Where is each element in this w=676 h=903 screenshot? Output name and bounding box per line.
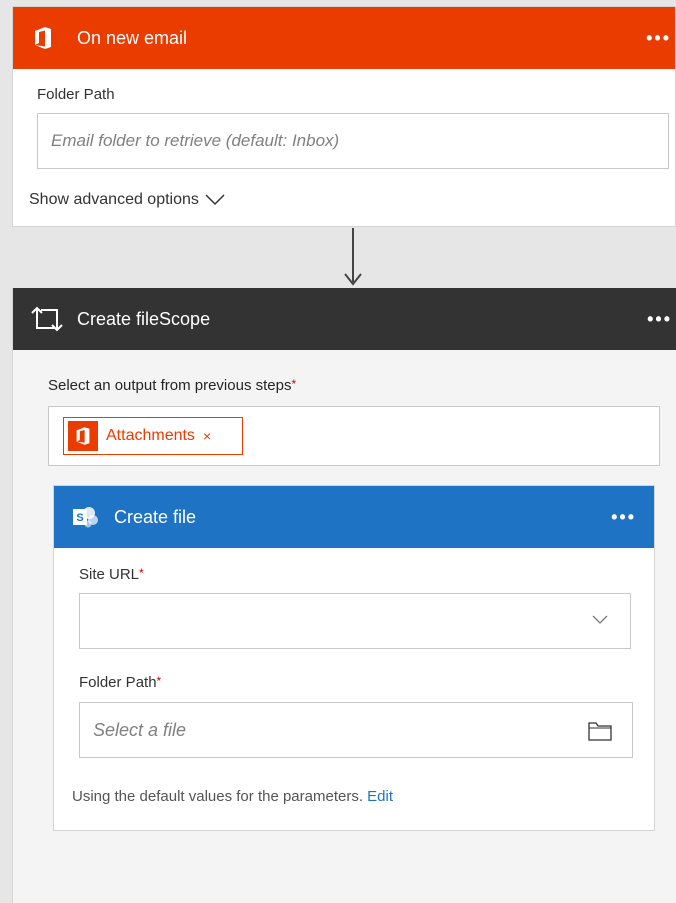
create-file-folder-path-label: Folder Path* [79,674,161,691]
show-advanced-options-label: Show advanced options [29,191,199,208]
create-file-more-menu-button[interactable]: ••• [611,508,636,526]
scope-card-create-filescope: Create fileScope ••• Select an output fr… [12,288,676,903]
chevron-down-icon [592,615,608,624]
create-file-header[interactable]: S Create file ••• [54,486,654,548]
create-file-title: Create file [114,506,197,527]
parameters-defaults-text: Using the default values for the paramet… [72,788,363,805]
trigger-header[interactable]: On new email ••• [13,7,675,69]
chevron-down-icon [205,194,225,206]
site-url-dropdown[interactable] [79,593,631,649]
required-marker: * [139,566,144,580]
trigger-title: On new email [77,27,188,48]
trigger-card-on-new-email: On new email ••• Folder Path Email folde… [12,6,676,227]
site-url-label: Site URL* [79,566,144,583]
output-selector-label: Select an output from previous steps* [48,377,296,394]
svg-text:S: S [76,512,83,524]
scope-more-menu-button[interactable]: ••• [647,310,672,328]
trigger-more-menu-button[interactable]: ••• [646,29,671,47]
attachments-token-label: Attachments [106,427,195,444]
action-card-create-file: S Create file ••• Site URL* Folder Path*… [53,485,655,831]
required-marker: * [156,674,162,688]
edit-parameters-link[interactable]: Edit [367,788,393,805]
folder-path-input[interactable]: Email folder to retrieve (default: Inbox… [37,113,669,169]
output-selector-input[interactable]: Attachments × [48,406,660,466]
site-url-label-text: Site URL [79,566,140,583]
scope-title: Create fileScope [77,308,211,329]
attachments-token[interactable]: Attachments × [63,417,243,455]
office365-token-icon [68,421,98,451]
remove-token-button[interactable]: × [203,428,211,444]
scope-header[interactable]: Create fileScope ••• [13,288,676,350]
output-selector-label-text: Select an output from previous steps [48,377,292,394]
folder-browse-icon[interactable] [588,721,612,741]
create-file-folder-path-label-text: Folder Path [79,674,157,691]
required-marker: * [291,377,297,391]
show-advanced-options-toggle[interactable]: Show advanced options [29,191,225,209]
parameters-defaults-note: Using the default values for the paramet… [72,788,393,805]
create-file-folder-path-input[interactable]: Select a file [79,702,633,758]
create-file-folder-path-placeholder: Select a file [93,719,187,740]
sharepoint-icon: S [73,507,98,528]
apply-to-each-icon [31,306,63,332]
folder-path-placeholder: Email folder to retrieve (default: Inbox… [51,131,340,150]
office365-icon [33,27,53,49]
flow-arrow-icon [344,228,362,286]
folder-path-label: Folder Path [37,86,115,103]
